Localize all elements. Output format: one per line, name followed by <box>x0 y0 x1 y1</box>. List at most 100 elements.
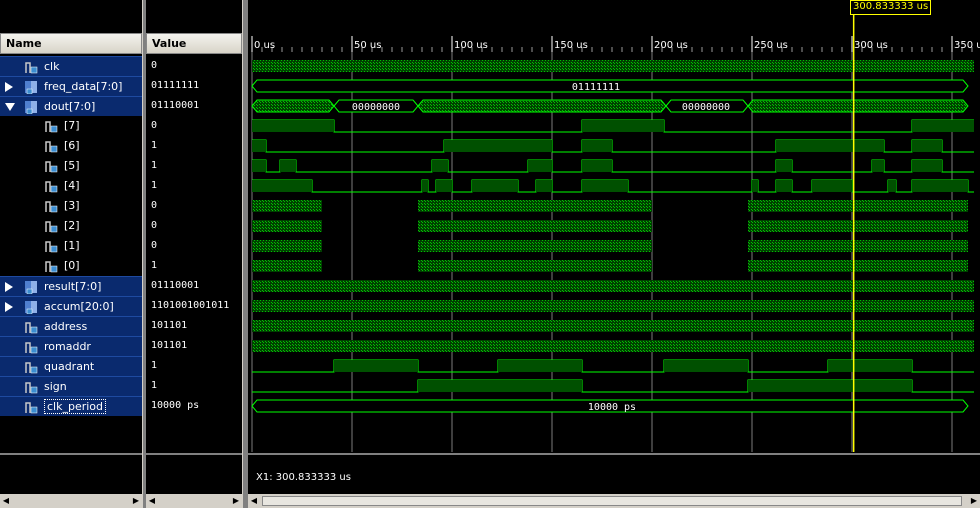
ruler-label: 250 us <box>754 40 788 51</box>
ruler-label: 150 us <box>554 40 588 51</box>
signal-icon <box>45 161 58 173</box>
wave-scroll-right-icon[interactable]: ▶ <box>969 495 979 507</box>
ruler-label: 350 u <box>954 40 980 51</box>
signal-icon <box>45 141 58 153</box>
quadrant-wave-fill <box>498 360 582 372</box>
signal-value: 0 <box>151 60 158 71</box>
collapse-triangle-icon[interactable] <box>5 103 15 111</box>
signal-icon <box>45 121 58 133</box>
signal-value: 01111111 <box>151 80 200 91</box>
dout-bit4-wave-fill <box>912 180 968 192</box>
signal-row-clk-period[interactable]: clk_period <box>0 396 142 416</box>
signal-row-5[interactable]: [5] <box>0 156 142 176</box>
dout-bit6-wave-fill <box>444 140 552 152</box>
signal-value: 1 <box>151 380 158 391</box>
signal-name: [4] <box>64 179 80 192</box>
value-scroll-left-icon[interactable]: ◀ <box>147 495 157 507</box>
signal-icon <box>45 221 58 233</box>
dout-bit1-wave <box>252 240 322 252</box>
wave-scroll-thumb[interactable] <box>262 496 962 506</box>
ruler-label: 200 us <box>654 40 688 51</box>
dout-bit5-wave-fill <box>582 160 612 172</box>
dout-bit4-wave-fill <box>252 180 312 192</box>
signal-icon <box>25 342 38 354</box>
dout-bit4-wave-fill <box>752 180 758 192</box>
ruler-label: 300 us <box>854 40 888 51</box>
name-scroll-right-icon[interactable]: ▶ <box>131 495 141 507</box>
expand-triangle-icon[interactable] <box>5 302 13 312</box>
signal-icon <box>25 402 38 414</box>
signal-icon <box>25 382 38 394</box>
quadrant-wave-fill <box>334 360 418 372</box>
value-column-header[interactable]: Value <box>146 33 242 54</box>
signal-name: [7] <box>64 119 80 132</box>
dout-bit1-wave <box>748 240 968 252</box>
signal-row-7[interactable]: [7] <box>0 116 142 136</box>
expand-triangle-icon[interactable] <box>5 282 13 292</box>
signal-row-romaddr[interactable]: romaddr <box>0 336 142 356</box>
signal-value: 01110001 <box>151 100 200 111</box>
signal-name: [6] <box>64 139 80 152</box>
ruler-label: 50 us <box>354 40 381 51</box>
signal-row-0[interactable]: [0] <box>0 256 142 276</box>
signal-value: 1101001001011 <box>151 300 230 311</box>
dout-bit5-wave-fill <box>912 160 942 172</box>
value-scroll-right-icon[interactable]: ▶ <box>231 495 241 507</box>
name-scrollbar[interactable] <box>0 494 142 508</box>
freq-data-value-label: 01111111 <box>572 82 620 93</box>
signal-icon <box>25 101 37 114</box>
signal-name: [3] <box>64 199 80 212</box>
signal-row-accum-20-0[interactable]: accum[20:0] <box>0 296 142 316</box>
expand-triangle-icon[interactable] <box>5 82 13 92</box>
name-scroll-left-icon[interactable]: ◀ <box>1 495 11 507</box>
signal-value: 10000 ps <box>151 400 200 411</box>
signal-icon <box>25 362 38 374</box>
result-wave <box>252 280 974 292</box>
signal-row-4[interactable]: [4] <box>0 176 142 196</box>
signal-row-1[interactable]: [1] <box>0 236 142 256</box>
name-column-header[interactable]: Name <box>0 33 142 54</box>
dout-bit7-wave-fill <box>912 120 974 132</box>
signal-row-quadrant[interactable]: quadrant <box>0 356 142 376</box>
dout-bit4-wave-fill <box>582 180 628 192</box>
dout-bit4-wave-fill <box>812 180 852 192</box>
signal-name: dout[7:0] <box>44 100 96 113</box>
dout-bit3-wave <box>418 200 652 212</box>
dout-bit0-wave <box>748 260 968 272</box>
signal-name: quadrant <box>44 360 95 373</box>
signal-row-3[interactable]: [3] <box>0 196 142 216</box>
signal-row-result-7-0[interactable]: result[7:0] <box>0 276 142 296</box>
signal-value: 0 <box>151 200 158 211</box>
signal-value: 101101 <box>151 340 188 351</box>
dout-bit3-wave <box>252 200 322 212</box>
value-scrollbar[interactable] <box>146 494 242 508</box>
dout-bit4-wave-fill <box>536 180 552 192</box>
signal-name: [1] <box>64 239 80 252</box>
cursor-time-label[interactable]: 300.833333 us <box>850 0 932 15</box>
dout-bit5-wave <box>252 159 974 173</box>
quadrant-wave-fill <box>828 360 912 372</box>
signal-value: 0 <box>151 220 158 231</box>
signal-value: 1 <box>151 140 158 151</box>
signal-row-sign[interactable]: sign <box>0 376 142 396</box>
clk-period-value-label: 10000 ps <box>588 402 636 413</box>
signal-name: [2] <box>64 219 80 232</box>
signal-row-dout-7-0[interactable]: dout[7:0] <box>0 96 142 116</box>
clk-wave <box>252 60 974 72</box>
signal-row-freq-data-7-0[interactable]: freq_data[7:0] <box>0 76 142 96</box>
signal-value: 0 <box>151 120 158 131</box>
dout-value-label: 00000000 <box>682 102 730 113</box>
signal-row-2[interactable]: [2] <box>0 216 142 236</box>
name-value-splitter[interactable] <box>142 0 146 508</box>
dout-wave <box>251 99 335 113</box>
signal-row-address[interactable]: address <box>0 316 142 336</box>
signal-row-6[interactable]: [6] <box>0 136 142 156</box>
signal-name: address <box>44 320 88 333</box>
waveform-canvas[interactable]: 0 us 50 us 100 us 150 us 200 us 250 us 300 us 3… <box>248 0 980 492</box>
signal-icon <box>25 62 38 74</box>
wave-scroll-left-icon[interactable]: ◀ <box>249 495 259 507</box>
dout-bit2-wave <box>418 220 652 232</box>
signal-row-clk[interactable]: clk <box>0 56 142 76</box>
signal-name: result[7:0] <box>44 280 102 293</box>
dout-value-label: 00000000 <box>352 102 400 113</box>
